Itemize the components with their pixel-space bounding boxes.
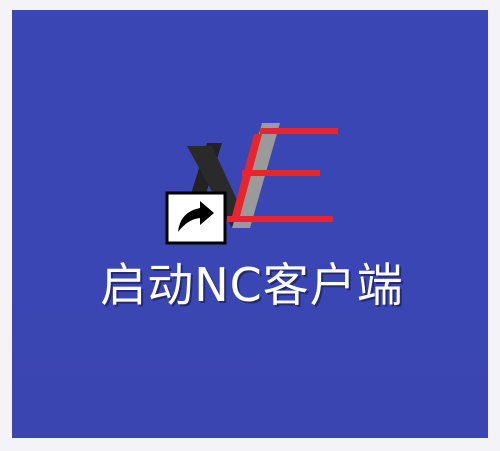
nc-logo-icon <box>165 123 338 245</box>
desktop-background: 启动NC客户端 <box>12 10 488 438</box>
shortcut-label: 启动NC客户端 <box>100 258 404 312</box>
shortcut-arrow-icon <box>165 191 227 245</box>
window-frame: 启动NC客户端 <box>0 0 500 451</box>
nc-client-shortcut[interactable]: 启动NC客户端 <box>82 88 422 408</box>
